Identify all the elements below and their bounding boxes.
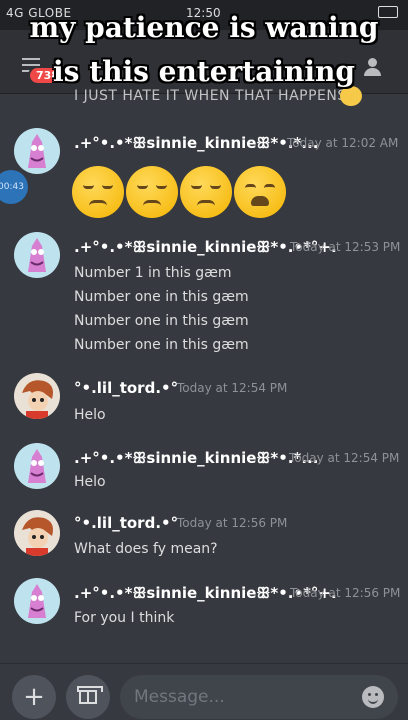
timestamp: Today at 12:54 PM <box>289 451 400 465</box>
message-text: What does fy mean? <box>74 541 218 557</box>
username[interactable]: °•.lil_tord.•° <box>74 514 178 532</box>
message-input[interactable] <box>120 675 398 719</box>
timestamp: Today at 12:54 PM <box>177 381 288 395</box>
timestamp: Today at 12:56 PM <box>177 516 288 530</box>
timestamp: Today at 12:53 PM <box>290 240 401 254</box>
add-attachment-button[interactable]: + <box>12 675 56 719</box>
message-composer: + <box>0 663 408 720</box>
message-text: Number 1 in this gæm <box>74 265 232 281</box>
pensive-face-icon <box>72 166 124 218</box>
gift-button[interactable] <box>66 675 110 719</box>
avatar[interactable] <box>14 578 60 624</box>
previous-message-text: I JUST HATE IT WHEN THAT HAPPENS <box>74 88 347 104</box>
message-text: Number one in this gæm <box>74 313 249 329</box>
weary-face-icon <box>234 166 286 218</box>
emoji-picker-icon[interactable] <box>362 686 384 708</box>
avatar[interactable] <box>14 443 60 489</box>
message-text: Number one in this gæm <box>74 337 249 353</box>
avatar[interactable] <box>14 373 60 419</box>
gift-icon <box>77 686 103 704</box>
avatar[interactable] <box>14 128 60 174</box>
caption-line-1: my patience is waning <box>29 11 379 44</box>
avatar[interactable] <box>14 232 60 278</box>
voice-bubble[interactable]: 00:43 <box>0 170 28 204</box>
emoji-icon <box>340 86 362 106</box>
message-text: Number one in this gæm <box>74 289 249 305</box>
pensive-face-icon <box>126 166 178 218</box>
pensive-face-icon <box>180 166 232 218</box>
timestamp: Today at 12:02 AM <box>287 136 399 150</box>
username[interactable]: °•.lil_tord.•° <box>74 379 178 397</box>
username[interactable]: .+°•.•*ꕥsinnie_kinnieꕥ*•.*... <box>74 449 318 467</box>
username[interactable]: .+°•.•*ꕥsinnie_kinnieꕥ*•.*... <box>74 134 318 152</box>
caption-line-2: is this entertaining <box>53 55 355 88</box>
message-text: Helo <box>74 474 106 490</box>
message-text: For you I think <box>74 610 175 626</box>
avatar[interactable] <box>14 510 60 556</box>
timestamp: Today at 12:56 PM <box>290 586 401 600</box>
message-text: Helo <box>74 407 106 423</box>
